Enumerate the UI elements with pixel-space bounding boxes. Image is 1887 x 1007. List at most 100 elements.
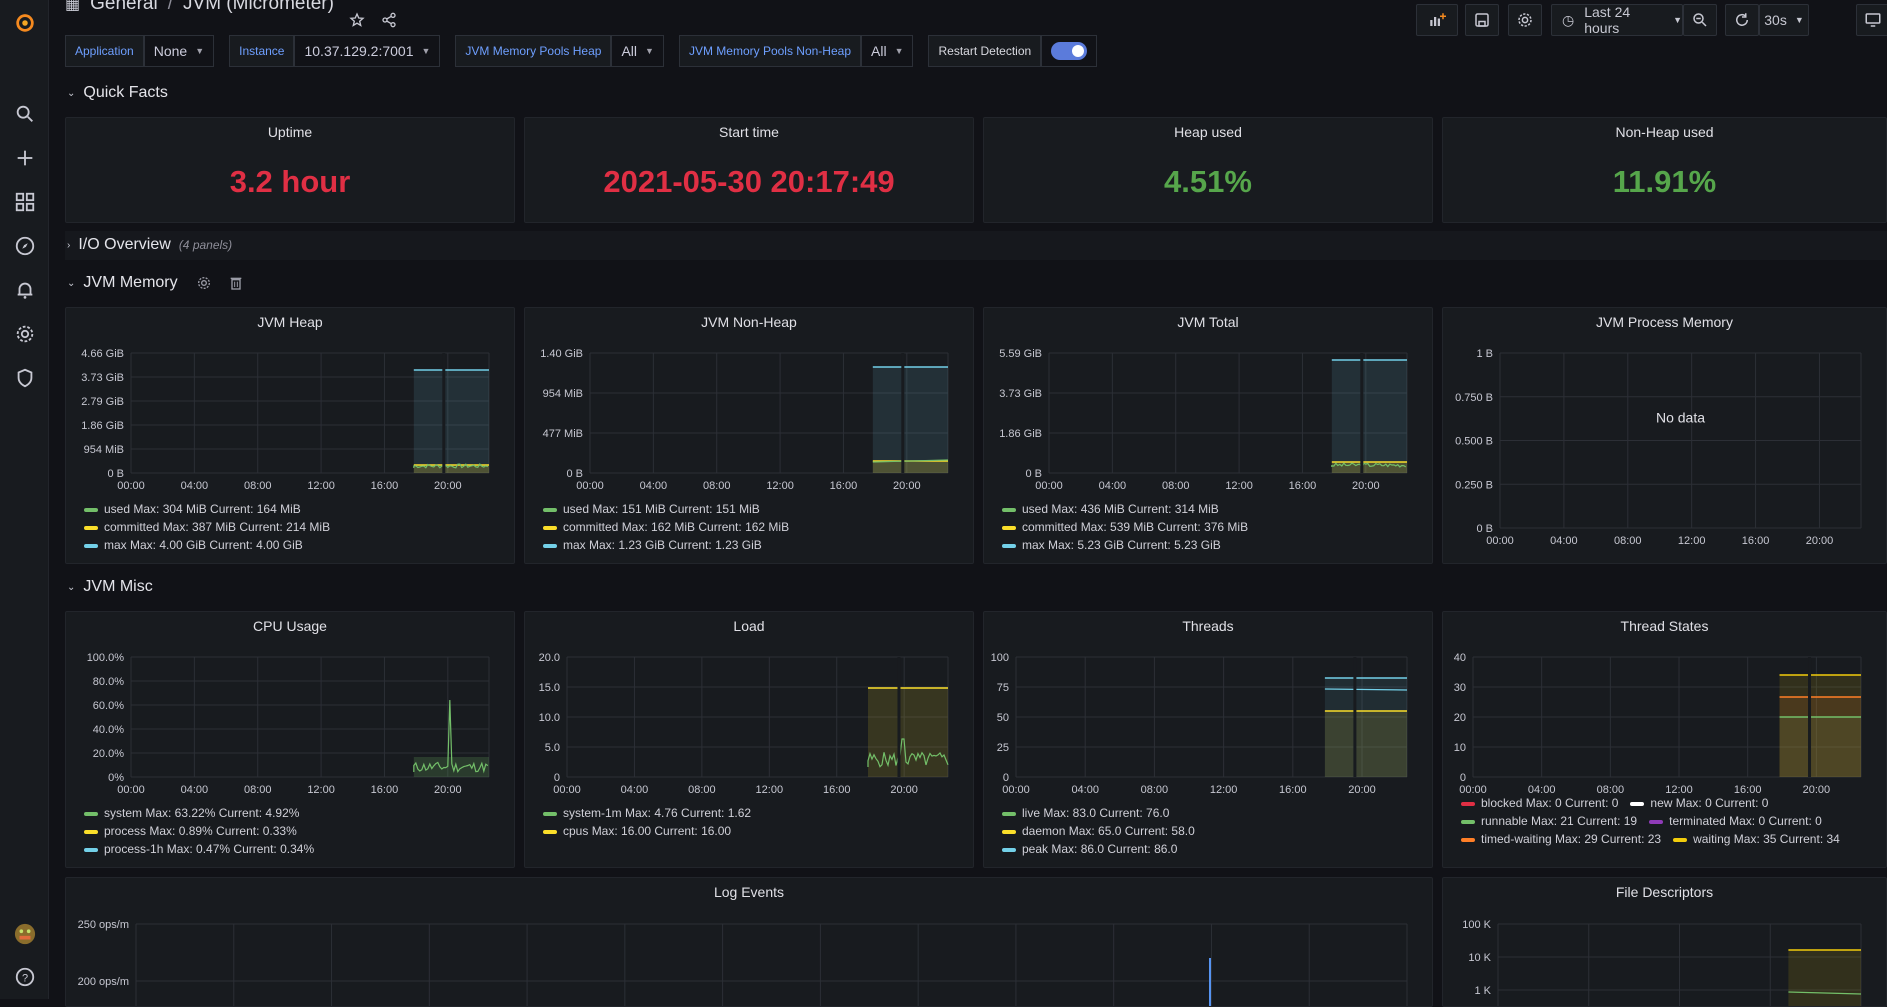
legend-item-process-1h[interactable]: process-1h Max: 0.47% Current: 0.34% (84, 842, 314, 856)
panel-cpu-usage[interactable]: CPU Usage 100.0% 80.0% 60.0% 40.0% 20.0% 0% 00:… (65, 611, 515, 868)
legend-item-max[interactable]: max Max: 4.00 GiB Current: 4.00 GiB (84, 538, 303, 552)
legend-item-new[interactable]: new Max: 0 Current: 0 (1630, 796, 1768, 810)
panel-thread-states[interactable]: Thread States 40 30 20 10 0 00:00 04:00 08:00 12:… (1442, 611, 1887, 868)
x-tick-label: 08:00 (1141, 784, 1169, 796)
configuration-gear-icon[interactable] (8, 317, 41, 350)
variable-select-application[interactable]: None ▼ (143, 35, 215, 67)
legend-stats: Max: 0.47% Current: 0.34% (166, 842, 315, 856)
y-tick-label: 0% (108, 772, 124, 784)
x-tick-label: 16:00 (1289, 480, 1317, 492)
stat-panel-uptime[interactable]: Uptime 3.2 hour (65, 117, 515, 223)
dashboard-title[interactable]: JVM (Micrometer) (183, 0, 334, 15)
legend-row: max Max: 4.00 GiB Current: 4.00 GiB (84, 538, 303, 552)
row-jvm-misc[interactable]: ⌄ JVM Misc (67, 578, 153, 596)
restart-detection-toggle[interactable] (1051, 42, 1088, 60)
legend-item-system-1m[interactable]: system-1m Max: 4.76 Current: 1.62 (543, 806, 751, 820)
user-avatar[interactable] (8, 917, 41, 950)
legend-item-max[interactable]: max Max: 1.23 GiB Current: 1.23 GiB (543, 538, 762, 552)
tv-mode-button[interactable] (1856, 4, 1887, 36)
explore-compass-icon[interactable] (8, 229, 41, 262)
y-tick-label: 0 (1460, 772, 1466, 784)
breadcrumb-folder[interactable]: General (90, 0, 158, 15)
legend-item-blocked[interactable]: blocked Max: 0 Current: 0 (1461, 796, 1618, 810)
alerting-bell-icon[interactable] (8, 273, 41, 306)
x-tick-label: 08:00 (244, 480, 272, 492)
panel-jvm-nonheap[interactable]: JVM Non-Heap 1.40 GiB 954 MiB 477 MiB 0 B 00:… (524, 307, 974, 564)
panel-file-descriptors[interactable]: File Descriptors100 K10 K1 K100 (1442, 877, 1887, 1007)
server-admin-shield-icon[interactable] (8, 361, 41, 394)
stat-panel-start-time[interactable]: Start time 2021-05-30 20:17:49 (524, 117, 974, 223)
x-tick-label: 04:00 (640, 480, 668, 492)
legend-item-used[interactable]: used Max: 304 MiB Current: 164 MiB (84, 502, 301, 516)
zoom-out-button[interactable] (1683, 4, 1717, 36)
help-icon[interactable]: ? (8, 960, 41, 993)
panel-load[interactable]: Load 20.0 15.0 10.0 5.0 0 00:00 04:00 08:00 12:00… (524, 611, 974, 868)
add-panel-button[interactable] (1416, 4, 1458, 36)
legend-item-timed-waiting[interactable]: timed-waiting Max: 29 Current: 23 (1461, 832, 1661, 846)
legend-item-used[interactable]: used Max: 151 MiB Current: 151 MiB (543, 502, 760, 516)
x-tick-label: 16:00 (1734, 784, 1762, 796)
legend-row: committed Max: 387 MiB Current: 214 MiB (84, 520, 330, 534)
panel-jvm-total[interactable]: JVM Total 5.59 GiB 3.73 GiB 1.86 GiB 0 B 00:0… (983, 307, 1433, 564)
stat-panel-heap-used[interactable]: Heap used 4.51% (983, 117, 1433, 223)
panel-log-events[interactable]: Log Events250 ops/m200 ops/m150 ops/m (65, 877, 1433, 1007)
refresh-button[interactable] (1725, 4, 1759, 36)
time-range-picker[interactable]: ◷ Last 24 hours ▼ (1551, 4, 1683, 36)
row-settings-gear-icon[interactable] (196, 275, 212, 291)
chevron-down-icon: ▼ (1673, 15, 1682, 25)
legend-item-committed[interactable]: committed Max: 539 MiB Current: 376 MiB (1002, 520, 1248, 534)
save-dashboard-button[interactable] (1465, 4, 1499, 36)
legend-item-terminated[interactable]: terminated Max: 0 Current: 0 (1649, 814, 1822, 828)
search-icon[interactable] (8, 97, 41, 130)
x-tick-label: 12:00 (1665, 784, 1693, 796)
panel-jvm-heap[interactable]: JVM Heap 4.66 GiB 3.73 GiB 2.79 GiB 1.86 GiB… (65, 307, 515, 564)
chevron-down-icon: ⌄ (67, 87, 76, 99)
legend-swatch (1002, 829, 1016, 834)
legend-item-used[interactable]: used Max: 436 MiB Current: 314 MiB (1002, 502, 1219, 516)
legend-item-runnable[interactable]: runnable Max: 21 Current: 19 (1461, 814, 1637, 828)
variable-select-instance[interactable]: 10.37.129.2:7001 ▼ (294, 35, 441, 67)
dashboard-settings-button[interactable] (1508, 4, 1542, 36)
x-tick-label: 08:00 (244, 784, 272, 796)
x-tick-label: 04:00 (1528, 784, 1556, 796)
legend-item-process[interactable]: process Max: 0.89% Current: 0.33% (84, 824, 297, 838)
variable-select-memory-pools-nonheap[interactable]: All ▼ (861, 35, 914, 67)
x-tick-label: 12:00 (1210, 784, 1238, 796)
legend-item-max[interactable]: max Max: 5.23 GiB Current: 5.23 GiB (1002, 538, 1221, 552)
variable-select-memory-pools-heap[interactable]: All ▼ (611, 35, 664, 67)
legend-swatch (543, 829, 557, 834)
y-tick-label: 40.0% (93, 724, 124, 736)
refresh-interval-picker[interactable]: 30s ▼ (1759, 4, 1809, 36)
row-jvm-memory[interactable]: ⌄ JVM Memory (67, 274, 244, 292)
legend-swatch (1461, 801, 1475, 806)
panel-threads[interactable]: Threads 100 75 50 25 0 00:00 04:00 08:00 12:00 16:… (983, 611, 1433, 868)
row-delete-trash-icon[interactable] (228, 275, 244, 291)
legend-item-system[interactable]: system Max: 63.22% Current: 4.92% (84, 806, 299, 820)
legend-row: timed-waiting Max: 29 Current: 23 waiting… (1461, 832, 1840, 846)
y-tick-label: 1 K (1474, 985, 1491, 997)
legend-item-daemon[interactable]: daemon Max: 65.0 Current: 58.0 (1002, 824, 1195, 838)
star-icon[interactable] (349, 12, 365, 33)
legend-swatch (543, 543, 557, 548)
panel-jvm-process-memory[interactable]: JVM Process Memory 1 B 0.750 B 0.500 B 0.250… (1442, 307, 1887, 564)
legend-swatch (84, 525, 98, 530)
legend-item-waiting[interactable]: waiting Max: 35 Current: 34 (1673, 832, 1840, 846)
row-io-overview[interactable]: › I/O Overview (4 panels) (67, 236, 232, 254)
plus-icon[interactable] (8, 141, 41, 174)
stat-panel-nonheap-used[interactable]: Non-Heap used 11.91% (1442, 117, 1887, 223)
restart-detection-switch-wrapper (1041, 35, 1098, 67)
dashboards-icon[interactable] (8, 185, 41, 218)
y-tick-label: 5.59 GiB (999, 348, 1042, 360)
row-quick-facts[interactable]: ⌄ Quick Facts (67, 84, 168, 102)
share-icon[interactable] (381, 12, 397, 33)
x-tick-label: 04:00 (1071, 784, 1099, 796)
y-tick-label: 25 (997, 742, 1009, 754)
legend-item-peak[interactable]: peak Max: 86.0 Current: 86.0 (1002, 842, 1177, 856)
legend-item-committed[interactable]: committed Max: 162 MiB Current: 162 MiB (543, 520, 789, 534)
x-tick-label: 16:00 (1279, 784, 1307, 796)
grafana-logo-icon[interactable] (8, 6, 41, 39)
legend-swatch (1002, 811, 1016, 816)
legend-item-committed[interactable]: committed Max: 387 MiB Current: 214 MiB (84, 520, 330, 534)
legend-item-cpus[interactable]: cpus Max: 16.00 Current: 16.00 (543, 824, 731, 838)
legend-item-live[interactable]: live Max: 83.0 Current: 76.0 (1002, 806, 1169, 820)
